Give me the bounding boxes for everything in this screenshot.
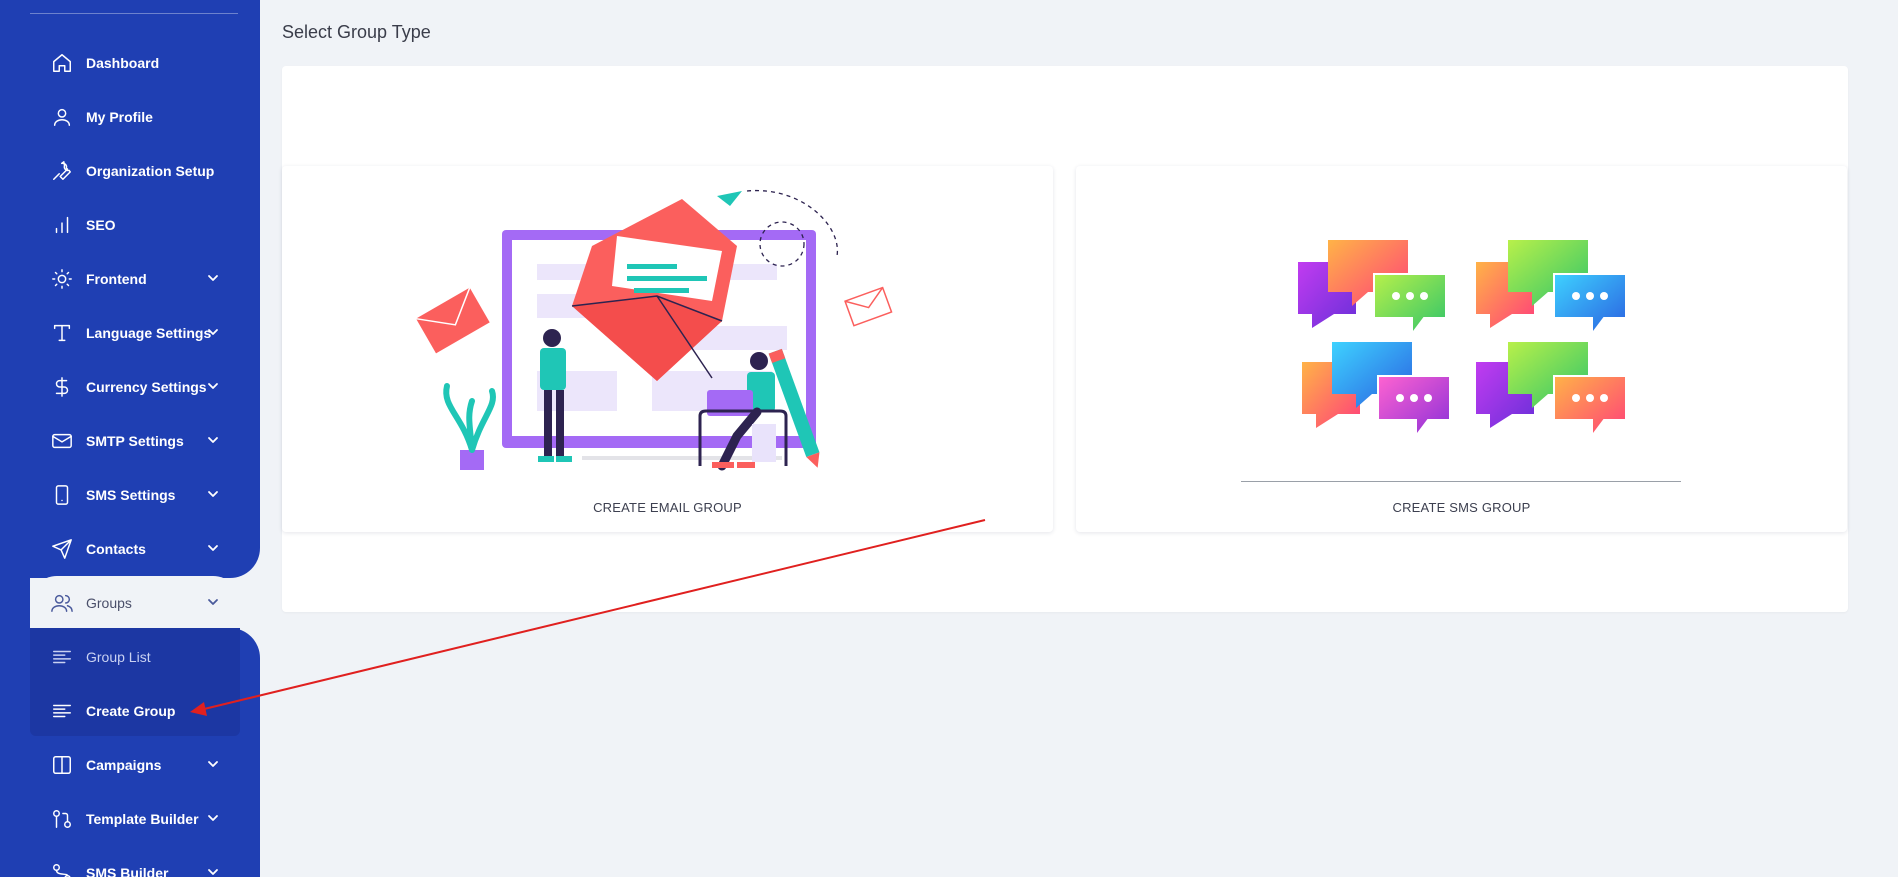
submenu-item-label: Group List <box>86 649 151 665</box>
submenu-item-label: Create Group <box>86 703 176 719</box>
sun-icon <box>50 267 74 291</box>
sidebar-item-label: SEO <box>86 217 116 233</box>
sidebar-item-contacts[interactable]: Contacts <box>30 522 240 576</box>
sidebar-item-label: SMS Settings <box>86 487 176 503</box>
sidebar-item-label: Frontend <box>86 271 147 287</box>
chevron-down-icon <box>206 541 220 555</box>
home-icon <box>50 51 74 75</box>
send-icon <box>50 537 74 561</box>
sidebar-item-seo[interactable]: SEO <box>30 198 240 252</box>
chevron-down-icon <box>206 811 220 825</box>
align-left-icon <box>50 699 74 723</box>
sidebar-item-label: Currency Settings <box>86 379 207 395</box>
chevron-down-icon <box>206 271 220 285</box>
sidebar-item-label: Organization Setup <box>86 163 215 179</box>
chat-bubbles-image <box>1298 240 1627 439</box>
sidebar-item-label: Language Settings <box>86 325 212 341</box>
chevron-down-icon <box>206 595 220 609</box>
email-illustration-image <box>415 190 893 471</box>
sidebar-item-language-settings[interactable]: Language Settings <box>30 306 240 360</box>
sidebar-item-label: My Profile <box>86 109 153 125</box>
sidebar-item-organization-setup[interactable]: Organization Setup <box>30 144 240 198</box>
chevron-down-icon <box>206 757 220 771</box>
sidebar: Dashboard My Profile Organization Setup … <box>0 0 260 877</box>
sidebar-item-label: Campaigns <box>86 757 162 773</box>
git-branch-icon <box>50 861 74 877</box>
chevron-down-icon <box>206 865 220 877</box>
create-sms-group-label: CREATE SMS GROUP <box>1392 500 1531 515</box>
sidebar-item-label: SMTP Settings <box>86 433 184 449</box>
create-sms-group-card[interactable]: CREATE SMS GROUP <box>1076 166 1847 532</box>
create-email-group-card[interactable]: CREATE EMAIL GROUP <box>282 166 1053 532</box>
sidebar-item-currency-settings[interactable]: Currency Settings <box>30 360 240 414</box>
chevron-down-icon <box>206 487 220 501</box>
mail-icon <box>50 429 74 453</box>
sidebar-item-template-builder[interactable]: Template Builder <box>30 792 240 846</box>
create-email-group-label: CREATE EMAIL GROUP <box>593 500 742 515</box>
sidebar-divider <box>30 13 238 14</box>
sidebar-item-label: Contacts <box>86 541 146 557</box>
sidebar-item-campaigns[interactable]: Campaigns <box>30 738 240 792</box>
type-icon <box>50 321 74 345</box>
wrench-icon <box>50 159 74 183</box>
sidebar-item-my-profile[interactable]: My Profile <box>30 90 240 144</box>
sidebar-item-dashboard[interactable]: Dashboard <box>30 36 240 90</box>
submenu-item-create-group[interactable]: Create Group <box>30 684 240 738</box>
sidebar-item-label: Dashboard <box>86 55 160 71</box>
sidebar-item-label: SMS Builder <box>86 865 169 877</box>
submenu-item-group-list[interactable]: Group List <box>30 630 240 684</box>
dollar-icon <box>50 375 74 399</box>
page-title: Select Group Type <box>282 22 431 42</box>
chevron-down-icon <box>206 433 220 447</box>
smartphone-icon <box>50 483 74 507</box>
sidebar-item-label: Groups <box>86 595 132 611</box>
sidebar-item-label: Template Builder <box>86 811 199 827</box>
sidebar-item-groups[interactable]: Groups <box>30 576 240 630</box>
chevron-down-icon <box>206 379 220 393</box>
align-left-icon <box>50 645 74 669</box>
sidebar-item-smtp-settings[interactable]: SMTP Settings <box>30 414 240 468</box>
sidebar-item-frontend[interactable]: Frontend <box>30 252 240 306</box>
sidebar-item-sms-settings[interactable]: SMS Settings <box>30 468 240 522</box>
users-icon <box>50 591 74 615</box>
sidebar-item-sms-builder[interactable]: SMS Builder <box>30 846 240 877</box>
git-pull-request-icon <box>50 807 74 831</box>
sms-card-divider <box>1241 481 1681 482</box>
chevron-down-icon <box>206 325 220 339</box>
user-icon <box>50 105 74 129</box>
bar-chart-icon <box>50 213 74 237</box>
columns-icon <box>50 753 74 777</box>
